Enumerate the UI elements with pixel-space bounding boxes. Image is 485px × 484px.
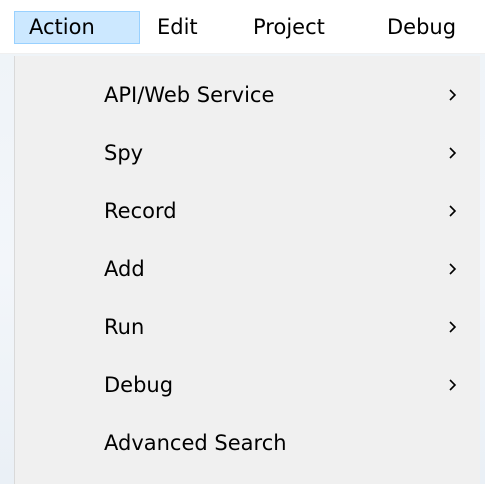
menu-item-run[interactable]: Run xyxy=(15,300,481,358)
menu-edit[interactable]: Edit xyxy=(157,11,198,44)
menu-item-api-web-service[interactable]: API/Web Service xyxy=(15,68,481,126)
menu-item-label: Run xyxy=(104,315,145,339)
chevron-right-icon xyxy=(449,321,457,333)
menu-item-debug[interactable]: Debug xyxy=(15,358,481,416)
menu-item-label: Record xyxy=(104,199,177,223)
menu-debug[interactable]: Debug xyxy=(387,11,456,44)
menu-item-label: API/Web Service xyxy=(104,83,275,107)
chevron-right-icon xyxy=(449,205,457,217)
menu-item-advanced-search[interactable]: Advanced Search xyxy=(15,416,481,474)
menu-item-label: Add xyxy=(104,257,145,281)
menu-item-add[interactable]: Add xyxy=(15,242,481,300)
menu-item-record[interactable]: Record xyxy=(15,184,481,242)
chevron-right-icon xyxy=(449,379,457,391)
menu-project[interactable]: Project xyxy=(253,11,325,44)
menu-item-spy[interactable]: Spy xyxy=(15,126,481,184)
chevron-right-icon xyxy=(449,263,457,275)
menu-item-label: Debug xyxy=(104,373,174,397)
chevron-right-icon xyxy=(449,147,457,159)
menu-action[interactable]: Action xyxy=(14,11,140,44)
menu-item-label: Advanced Search xyxy=(104,431,287,455)
menu-bar: Action Edit Project Debug xyxy=(0,0,485,54)
action-dropdown-menu: API/Web Service Spy Record Add Run Debug… xyxy=(14,56,480,484)
chevron-right-icon xyxy=(449,89,457,101)
menu-item-label: Spy xyxy=(104,141,144,165)
